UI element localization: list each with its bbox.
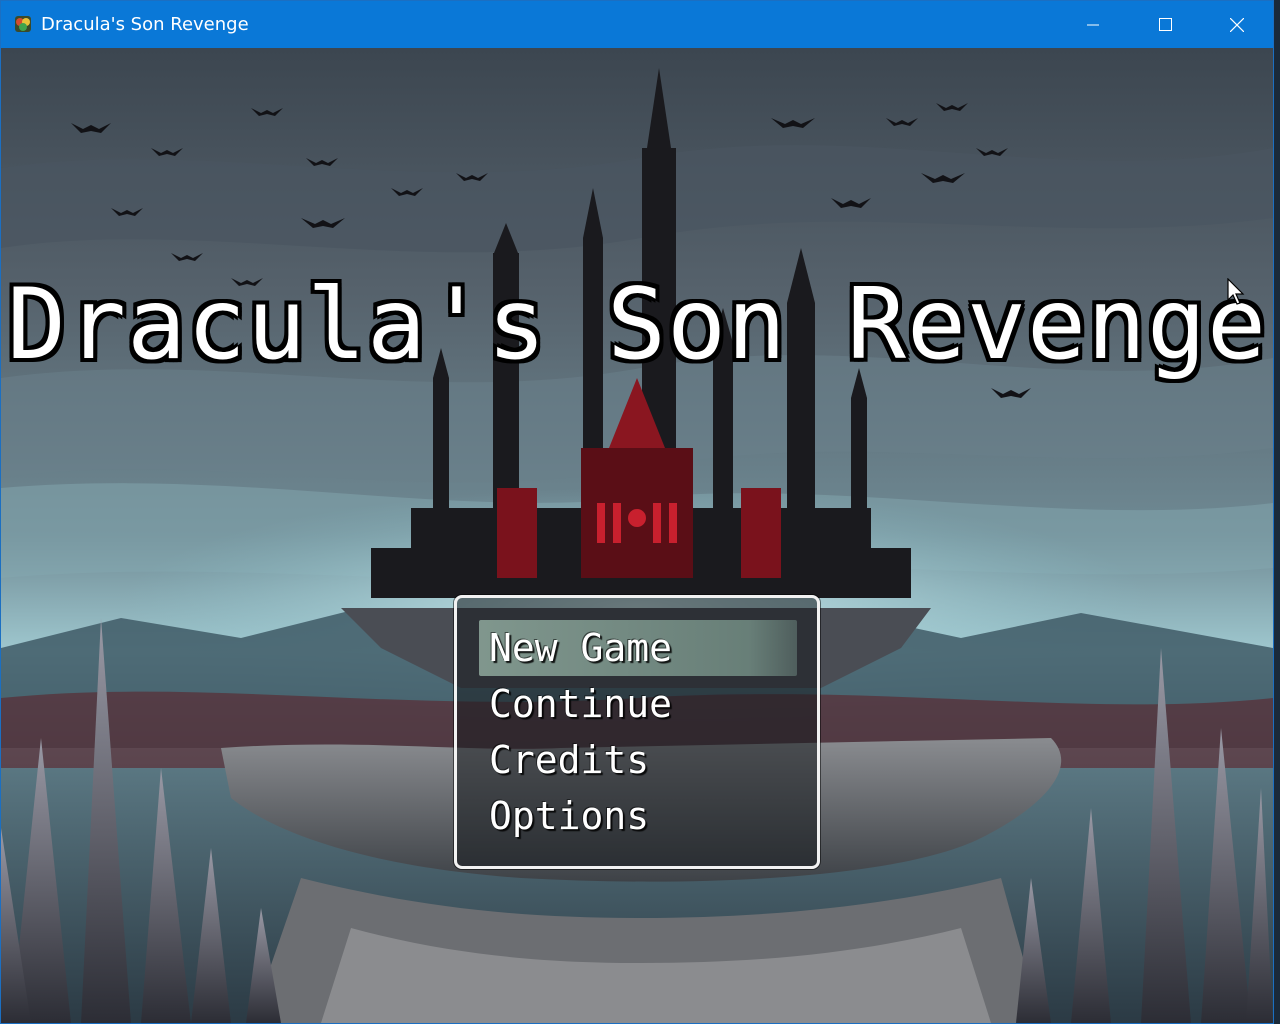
window-title: Dracula's Son Revenge [41,14,249,35]
minimize-icon [1087,24,1099,25]
menu-item-continue[interactable]: Continue [479,676,797,732]
title-bar[interactable]: Dracula's Son Revenge [1,1,1273,48]
game-window: Dracula's Son Revenge Dracula's Son Reve… [0,0,1274,1024]
game-title-text: Dracula's Son Revenge [6,268,1268,382]
app-icon [13,14,33,34]
minimize-button[interactable] [1057,1,1129,48]
menu-item-options[interactable]: Options [479,788,797,844]
castle-background-image [1,48,1273,1023]
menu-item-credits[interactable]: Credits [479,732,797,788]
close-icon [1230,17,1244,32]
close-button[interactable] [1201,1,1273,48]
maximize-icon [1158,18,1172,31]
menu-item-new-game[interactable]: New Game [479,620,797,676]
maximize-button[interactable] [1129,1,1201,48]
mouse-cursor-icon [1227,278,1245,305]
title-menu: New Game Continue Credits Options [454,595,820,869]
game-canvas[interactable]: Dracula's Son Revenge New Game Continue … [1,48,1273,1023]
